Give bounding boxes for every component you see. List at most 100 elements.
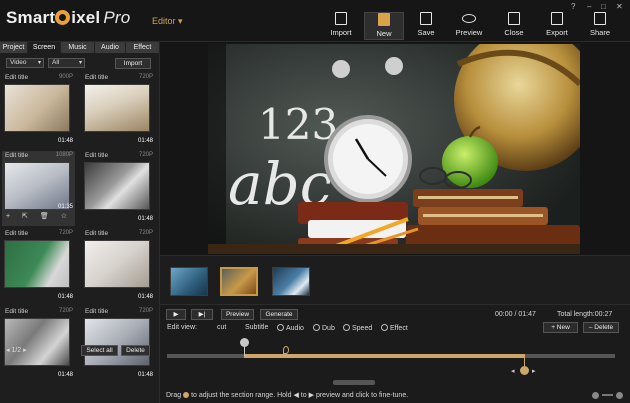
pagination[interactable]: ◂ 1/2 ▸	[6, 346, 27, 354]
media-thumbnail	[4, 84, 70, 132]
media-item[interactable]: Edit title 900P 01:48	[2, 73, 75, 147]
preview-clip-button[interactable]: Preview	[221, 309, 254, 320]
media-title[interactable]: Edit title	[5, 74, 28, 81]
import-button[interactable]: Import	[321, 12, 361, 40]
media-item[interactable]: Edit title 720P 01:48	[82, 151, 155, 225]
range-end-handle[interactable]	[520, 366, 529, 375]
step-forward-button[interactable]: ▶|	[191, 309, 213, 320]
radio-icon	[343, 324, 350, 331]
radio-speed[interactable]: Speed	[343, 324, 372, 332]
media-duration: 01:48	[137, 216, 153, 222]
filmstrip-clip-selected[interactable]	[220, 267, 258, 296]
media-title[interactable]: Edit title	[85, 230, 108, 237]
media-item[interactable]: Edit title 720P 01:48	[82, 229, 155, 303]
radio-dub[interactable]: Dub	[313, 324, 335, 332]
type-select[interactable]: Video ▾	[6, 58, 44, 68]
media-item[interactable]: Edit title 720P 01:48	[2, 307, 75, 381]
handle-dot-icon	[183, 392, 190, 398]
generate-button[interactable]: Generate	[260, 309, 298, 320]
media-duration: 01:35	[57, 204, 73, 210]
help-icon[interactable]: ?	[571, 2, 575, 11]
media-title[interactable]: Edit title	[5, 152, 28, 159]
filmstrip-clip[interactable]	[170, 267, 208, 296]
media-resolution: 720P	[138, 74, 153, 80]
tab-music[interactable]: Music	[61, 42, 95, 53]
close-button[interactable]: Close	[494, 12, 534, 40]
tab-effect[interactable]: Effect	[126, 42, 160, 53]
window-close-icon[interactable]: ✕	[616, 2, 623, 11]
zoom-out-icon[interactable]	[592, 392, 599, 399]
trash-icon[interactable]: 🗑	[40, 213, 54, 220]
media-actions[interactable]: + ⇱ 🗑 ☆	[6, 212, 72, 220]
new-section-button[interactable]: + New	[543, 322, 578, 333]
tab-screen[interactable]: Screen	[28, 42, 61, 53]
media-duration: 01:48	[137, 138, 153, 144]
media-item-selected[interactable]: Edit title 1080P 01:35 + ⇱ 🗑 ☆	[2, 151, 75, 226]
filmstrip-clip[interactable]	[272, 267, 310, 296]
tab-project[interactable]: Project	[0, 42, 28, 53]
maximize-icon[interactable]: □	[601, 2, 606, 11]
top-bar: Smart ixel Pro Editor ▾ Import New Save Pr…	[0, 0, 630, 42]
radio-icon	[381, 324, 388, 331]
radio-effect[interactable]: Effect	[381, 324, 408, 332]
save-button[interactable]: Save	[406, 12, 446, 40]
close-icon	[508, 12, 520, 25]
preview-button[interactable]: Preview	[449, 12, 489, 40]
edit-view-label: Edit view:	[167, 324, 197, 331]
new-button[interactable]: New	[364, 12, 404, 40]
nudge-left-icon[interactable]: ◂	[511, 367, 515, 375]
tab-audio[interactable]: Audio	[95, 42, 126, 53]
share-icon	[594, 12, 606, 25]
media-resolution: 720P	[138, 308, 153, 314]
media-item[interactable]: Edit title 720P 01:48	[82, 307, 155, 381]
radio-audio[interactable]: Audio	[277, 324, 304, 332]
media-resolution: 720P	[58, 230, 73, 236]
media-title[interactable]: Edit title	[5, 230, 28, 237]
edit-view-subtitle[interactable]: Subtitle	[245, 324, 268, 331]
media-title[interactable]: Edit title	[5, 308, 28, 315]
mode-dropdown[interactable]: Editor ▾	[152, 16, 183, 27]
minimize-icon[interactable]: –	[587, 2, 591, 11]
delete-section-button[interactable]: – Delete	[583, 322, 619, 333]
media-title[interactable]: Edit title	[85, 74, 108, 81]
zoom-in-icon[interactable]	[616, 392, 623, 399]
share-button[interactable]: Share	[580, 12, 620, 40]
edit-view-cut[interactable]: cut	[217, 324, 226, 331]
add-icon[interactable]: +	[6, 213, 15, 220]
library-tabs: Project Screen Music Audio Effect	[0, 42, 160, 53]
delete-selected-button[interactable]: Delete	[121, 345, 150, 356]
media-title[interactable]: Edit title	[85, 308, 108, 315]
video-preview[interactable]: 123 abc	[208, 44, 580, 254]
media-duration: 01:48	[57, 138, 73, 144]
export-button[interactable]: Export	[537, 12, 577, 40]
library-import-button[interactable]: Import	[115, 58, 151, 69]
media-title[interactable]: Edit title	[85, 152, 108, 159]
media-duration: 01:48	[57, 372, 73, 378]
media-item[interactable]: Edit title 720P 01:48	[2, 229, 75, 303]
media-item[interactable]: Edit title 720P 01:48	[82, 73, 155, 147]
open-icon[interactable]: ⇱	[22, 213, 33, 220]
eye-icon	[462, 14, 476, 23]
zoom-slider[interactable]	[602, 394, 613, 396]
total-length: Total length:00:27	[557, 311, 613, 318]
logo-p-icon	[55, 10, 71, 25]
new-icon	[378, 13, 390, 26]
media-thumbnail	[4, 162, 70, 210]
chevron-down-icon: ▾	[37, 60, 41, 66]
export-icon	[551, 12, 563, 25]
scope-select[interactable]: All ▾	[48, 58, 85, 68]
board-numbers: 123	[258, 100, 338, 149]
timeline-selected-range	[244, 354, 525, 358]
play-button[interactable]: ▶	[166, 309, 186, 320]
star-icon[interactable]: ☆	[61, 213, 72, 220]
playhead-marker-icon[interactable]	[283, 346, 289, 354]
select-all-button[interactable]: Select all	[81, 345, 118, 356]
media-resolution: 720P	[138, 152, 153, 158]
horizontal-scrollbar[interactable]	[333, 380, 375, 385]
media-thumbnail	[4, 240, 70, 288]
radio-icon	[277, 324, 284, 331]
media-duration: 01:48	[137, 294, 153, 300]
chevron-down-icon: ▾	[78, 60, 82, 66]
nudge-right-icon[interactable]: ▸	[532, 367, 536, 375]
range-start-stem	[244, 346, 245, 356]
